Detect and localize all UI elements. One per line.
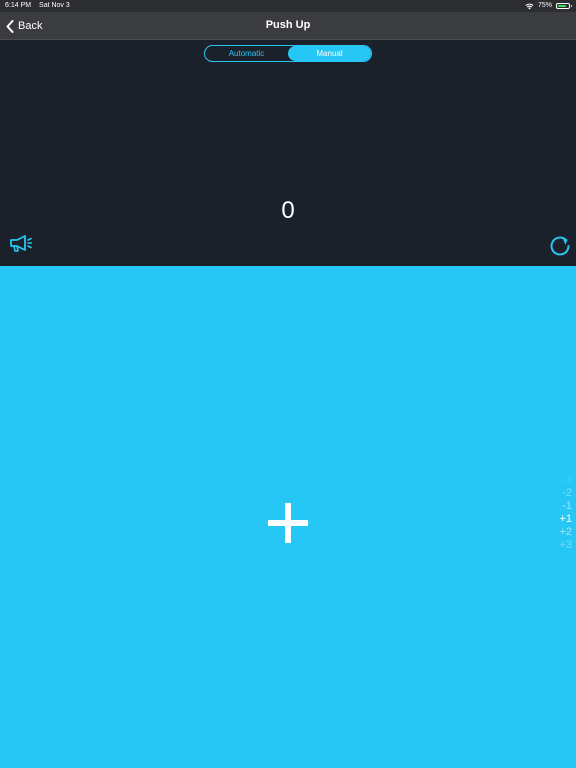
status-date: Sat Nov 3 [39, 2, 70, 9]
refresh-icon[interactable] [548, 234, 572, 258]
step-option-selected[interactable]: +1 [550, 513, 572, 526]
segment-automatic[interactable]: Automatic [205, 46, 288, 61]
battery-percent: 75% [537, 2, 552, 9]
battery-icon [556, 3, 572, 9]
step-option[interactable]: +2 [550, 526, 572, 539]
app-root: 6:14 PM Sat Nov 3 75% Back Push Up Autom… [0, 0, 576, 768]
status-left: 6:14 PM Sat Nov 3 [5, 0, 76, 12]
megaphone-icon[interactable] [9, 234, 33, 254]
status-bar: 6:14 PM Sat Nov 3 75% [0, 0, 576, 12]
step-option[interactable]: -1 [550, 500, 572, 513]
counter-panel: Automatic Manual 0 [0, 40, 576, 266]
mode-segmented-control: Automatic Manual [204, 45, 372, 62]
status-right: 75% [525, 0, 572, 12]
page-title: Push Up [265, 19, 311, 31]
navigation-bar: Back Push Up [0, 12, 576, 40]
count-value: 0 [281, 197, 295, 224]
status-time: 6:14 PM [5, 2, 32, 9]
segment-manual[interactable]: Manual [288, 46, 371, 61]
plus-icon [268, 503, 308, 543]
step-option[interactable]: -3 [550, 474, 572, 487]
increment-tap-area[interactable]: -3 -2 -1 +1 +2 +3 [0, 266, 576, 768]
battery-level [558, 5, 566, 7]
step-option[interactable]: -2 [550, 487, 572, 500]
step-picker[interactable]: -3 -2 -1 +1 +2 +3 [550, 474, 572, 552]
step-option[interactable]: +3 [550, 539, 572, 552]
wifi-icon [525, 3, 534, 10]
